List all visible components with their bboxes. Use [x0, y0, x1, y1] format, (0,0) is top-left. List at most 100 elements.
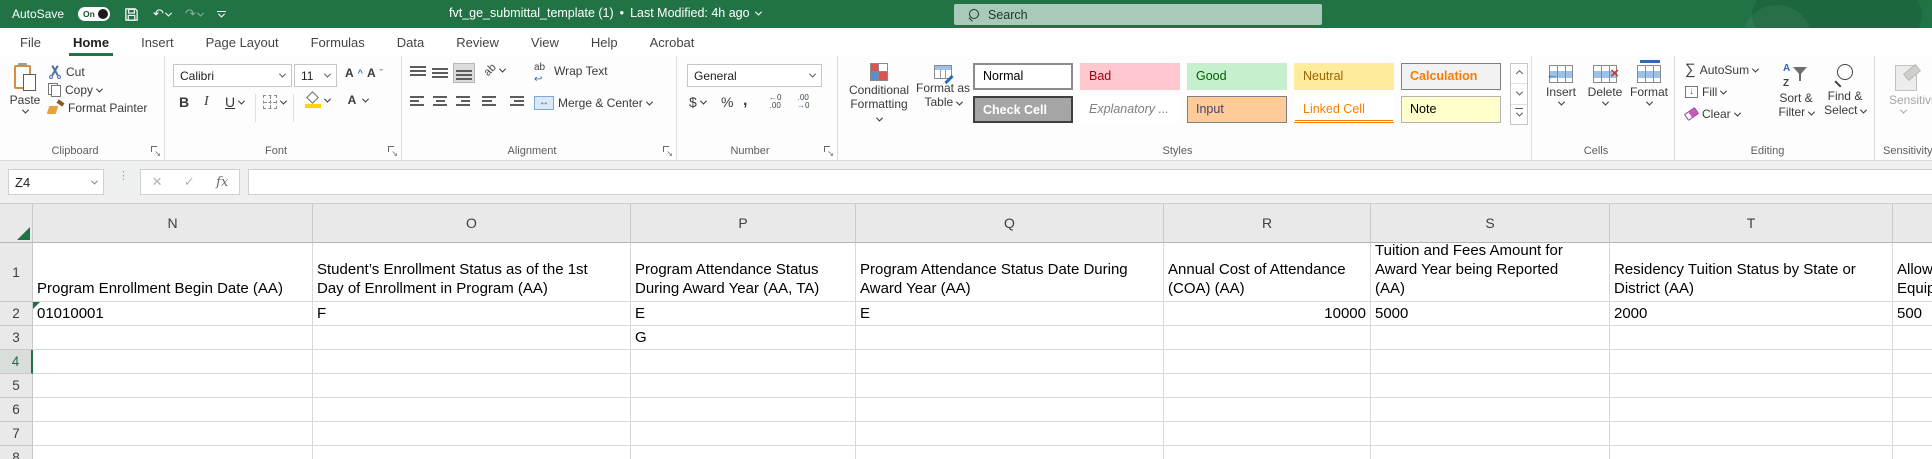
row-header-3[interactable]: 3	[0, 326, 33, 350]
font-color-button[interactable]: A	[345, 93, 368, 107]
column-header-Q[interactable]: Q	[856, 204, 1164, 243]
cell-T2[interactable]: 2000	[1610, 302, 1893, 326]
column-header-U[interactable]: U	[1893, 204, 1932, 243]
cell-S1[interactable]: Tuition and Fees Amount forAward Year be…	[1371, 243, 1610, 302]
styles-gallery-scrollbar[interactable]	[1510, 63, 1528, 125]
cell-N8[interactable]	[33, 446, 313, 459]
conditional-formatting-button[interactable]: Conditional Formatting	[848, 63, 910, 125]
align-bottom-button[interactable]	[454, 64, 474, 82]
autosave-toggle[interactable]: On	[78, 7, 110, 21]
cell-T1[interactable]: Residency Tuition Status by State orDist…	[1610, 243, 1893, 302]
row-header-8[interactable]: 8	[0, 446, 33, 459]
column-header-S[interactable]: S	[1371, 204, 1610, 243]
cell-U4[interactable]	[1893, 350, 1932, 374]
row-header-1[interactable]: 1	[0, 243, 33, 302]
cell-Q4[interactable]	[856, 350, 1164, 374]
cell-S2[interactable]: 5000	[1371, 302, 1610, 326]
cell-T8[interactable]	[1610, 446, 1893, 459]
autosum-button[interactable]: ∑ AutoSum	[1685, 63, 1758, 77]
borders-button[interactable]	[263, 95, 286, 109]
search-input[interactable]: Search	[954, 4, 1322, 25]
font-family-select[interactable]: Calibri	[173, 64, 292, 87]
cell-S3[interactable]	[1371, 326, 1610, 350]
fill-button[interactable]: ↓ Fill	[1685, 85, 1726, 99]
undo-button[interactable]: ↶	[153, 6, 171, 22]
italic-button[interactable]: I	[204, 94, 209, 110]
cell-S4[interactable]	[1371, 350, 1610, 374]
cell-N7[interactable]	[33, 422, 313, 446]
save-button[interactable]	[124, 7, 139, 22]
cell-N1[interactable]: Program Enrollment Begin Date (AA)	[33, 243, 313, 302]
cell-T6[interactable]	[1610, 398, 1893, 422]
cell-O2[interactable]: F	[313, 302, 631, 326]
style-chip-good[interactable]: Good	[1187, 63, 1287, 90]
cell-R1[interactable]: Annual Cost of Attendance(COA) (AA)	[1164, 243, 1371, 302]
cell-T3[interactable]	[1610, 326, 1893, 350]
cell-R4[interactable]	[1164, 350, 1371, 374]
orientation-button[interactable]: ab	[484, 64, 505, 76]
cell-P6[interactable]	[631, 398, 856, 422]
align-right-button[interactable]	[454, 96, 470, 110]
style-chip-calculation[interactable]: Calculation	[1401, 63, 1501, 90]
alignment-dialog-launcher[interactable]	[663, 146, 673, 156]
underline-button[interactable]: U	[225, 94, 244, 110]
cell-Q8[interactable]	[856, 446, 1164, 459]
font-dialog-launcher[interactable]	[388, 146, 398, 156]
cut-button[interactable]: Cut	[48, 65, 85, 79]
align-center-button[interactable]	[432, 96, 448, 110]
percent-button[interactable]: %	[721, 94, 733, 110]
format-painter-button[interactable]: Format Painter	[48, 101, 147, 115]
cell-U8[interactable]	[1893, 446, 1932, 459]
column-header-T[interactable]: T	[1610, 204, 1893, 243]
style-chip-neutral[interactable]: Neutral	[1294, 63, 1394, 90]
cell-R5[interactable]	[1164, 374, 1371, 398]
formula-bar-handle[interactable]: ⋮	[118, 174, 129, 179]
row-header-6[interactable]: 6	[0, 398, 33, 422]
cell-O1[interactable]: Student’s Enrollment Status as of the 1s…	[313, 243, 631, 302]
tab-data[interactable]: Data	[381, 28, 440, 56]
clear-button[interactable]: Clear	[1685, 107, 1740, 121]
row-header-4[interactable]: 4	[0, 350, 33, 374]
tab-view[interactable]: View	[515, 28, 575, 56]
tab-file[interactable]: File	[4, 28, 57, 56]
column-header-R[interactable]: R	[1164, 204, 1371, 243]
cell-S7[interactable]	[1371, 422, 1610, 446]
style-chip-check-cell[interactable]: Check Cell	[973, 96, 1073, 123]
column-header-N[interactable]: N	[33, 204, 313, 243]
gallery-scroll-up[interactable]	[1511, 64, 1527, 84]
gallery-more-button[interactable]	[1511, 105, 1527, 124]
insert-function-icon[interactable]: fx	[216, 175, 228, 190]
bold-button[interactable]: B	[179, 94, 189, 110]
delete-cells-button[interactable]: × Delete	[1585, 65, 1625, 106]
cell-O6[interactable]	[313, 398, 631, 422]
column-header-O[interactable]: O	[313, 204, 631, 243]
format-as-table-button[interactable]: Format as Table	[916, 63, 970, 109]
cell-P5[interactable]	[631, 374, 856, 398]
cell-P2[interactable]: E	[631, 302, 856, 326]
comma-button[interactable]: ,	[743, 92, 747, 110]
fill-color-button[interactable]	[305, 93, 330, 108]
select-all-button[interactable]	[0, 204, 33, 243]
cell-Q3[interactable]	[856, 326, 1164, 350]
cell-P1[interactable]: Program Attendance StatusDuring Award Ye…	[631, 243, 856, 302]
align-middle-button[interactable]	[432, 66, 448, 80]
cell-N4[interactable]	[33, 350, 313, 374]
merge-center-button[interactable]: ↔ Merge & Center	[534, 96, 652, 110]
tab-page-layout[interactable]: Page Layout	[190, 28, 295, 56]
sort-filter-button[interactable]: AZ Sort & Filter	[1775, 63, 1817, 119]
cell-N5[interactable]	[33, 374, 313, 398]
paste-button[interactable]: Paste	[8, 63, 42, 114]
cell-O3[interactable]	[313, 326, 631, 350]
cell-Q1[interactable]: Program Attendance Status Date DuringAwa…	[856, 243, 1164, 302]
style-chip-note[interactable]: Note	[1401, 96, 1501, 123]
copy-button[interactable]: Copy	[48, 83, 102, 97]
find-select-button[interactable]: Find & Select	[1823, 63, 1867, 117]
cell-O4[interactable]	[313, 350, 631, 374]
cell-S6[interactable]	[1371, 398, 1610, 422]
cell-T7[interactable]	[1610, 422, 1893, 446]
cell-U3[interactable]	[1893, 326, 1932, 350]
wrap-text-button[interactable]: ab↩ Wrap Text	[534, 64, 608, 78]
clipboard-dialog-launcher[interactable]	[151, 146, 161, 156]
cell-Q6[interactable]	[856, 398, 1164, 422]
row-header-7[interactable]: 7	[0, 422, 33, 446]
